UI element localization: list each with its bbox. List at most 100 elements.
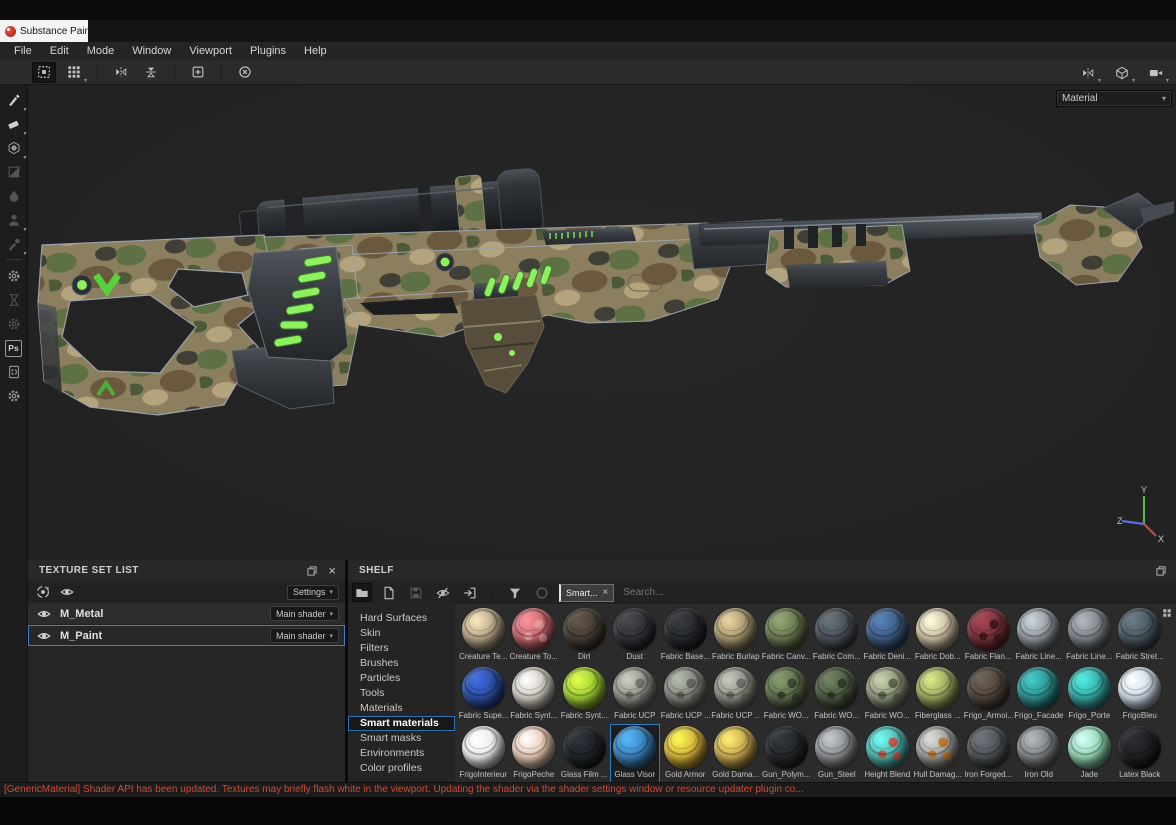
material-thumbnail[interactable]: Fabric Canv... <box>761 606 812 665</box>
substance-small-icon[interactable] <box>2 312 26 336</box>
shelf-category-materials[interactable]: Materials <box>348 701 455 716</box>
settings-dropdown[interactable]: Settings ▾ <box>287 585 339 600</box>
texture-set-row[interactable]: M_MetalMain shader▾ <box>28 603 345 625</box>
material-thumbnail[interactable]: Fabric WO... <box>761 665 812 724</box>
clone-tool-icon[interactable]: ▾ <box>2 208 26 232</box>
smudge-tool-icon[interactable] <box>2 184 26 208</box>
remove-filter-icon[interactable]: × <box>603 586 609 599</box>
material-thumbnail[interactable]: Hull Damag... <box>913 724 964 783</box>
shelf-folder-button[interactable] <box>352 583 372 602</box>
material-thumbnail[interactable]: Frigo_Facade <box>1014 665 1065 724</box>
material-thumbnail[interactable]: FrigoBleu <box>1115 665 1166 724</box>
close-panel-icon[interactable]: × <box>328 564 336 577</box>
material-thumbnail[interactable]: Frigo_Porte <box>1064 665 1115 724</box>
photoshop-icon[interactable]: Ps <box>2 336 26 360</box>
mirror-horizontal-icon[interactable] <box>109 62 133 83</box>
material-thumbnail[interactable]: Fabric Burlap <box>711 606 762 665</box>
shader-mode-dropdown[interactable]: Material ▾ <box>1056 90 1172 107</box>
viewport-3d[interactable]: Material ▾ Y Z X <box>28 85 1176 560</box>
import-resources-button[interactable] <box>460 583 480 602</box>
visibility-eye-icon[interactable] <box>37 607 51 621</box>
active-filter-tag[interactable]: Smart... × <box>559 584 614 602</box>
material-thumbnail[interactable]: Fabric UCP <box>610 665 661 724</box>
material-thumbnail[interactable]: Creature To... <box>509 606 560 665</box>
shelf-header[interactable]: SHELF <box>348 560 1176 582</box>
material-thumbnail[interactable]: Frigo_Armoi... <box>963 665 1014 724</box>
menu-mode[interactable]: Mode <box>78 42 124 60</box>
material-thumbnail[interactable]: Fabric Synt... <box>559 665 610 724</box>
material-thumbnail[interactable]: Fabric Dob... <box>913 606 964 665</box>
save-resources-button[interactable] <box>406 583 426 602</box>
substance-effect-icon[interactable] <box>2 264 26 288</box>
app-title-tab[interactable]: Substance Painter <box>0 20 88 42</box>
material-thumbnail[interactable]: Fabric WO... <box>812 665 863 724</box>
menu-plugins[interactable]: Plugins <box>241 42 295 60</box>
material-thumbnail[interactable]: Gold Armor <box>660 724 711 783</box>
material-thumbnail[interactable]: Dust <box>610 606 661 665</box>
material-thumbnail[interactable]: Glass Visor <box>610 724 661 783</box>
material-thumbnail[interactable]: Fabric Supe... <box>458 665 509 724</box>
material-thumbnail[interactable]: Fabric Line... <box>1014 606 1065 665</box>
history-hourglass-icon[interactable] <box>2 288 26 312</box>
material-thumbnail[interactable]: Fabric UCP ... <box>711 665 762 724</box>
material-thumbnail[interactable]: Creature Te... <box>458 606 509 665</box>
polygon-fill-tool-icon[interactable] <box>2 160 26 184</box>
pending-filter-button[interactable] <box>532 583 552 602</box>
paint-tool-icon[interactable]: ▾ <box>2 88 26 112</box>
material-thumbnail[interactable]: Latex Black <box>1115 724 1166 783</box>
eraser-tool-icon[interactable]: ▾ <box>2 112 26 136</box>
visibility-eye-icon[interactable] <box>60 585 74 599</box>
material-thumbnail[interactable]: FrigoInterieur <box>458 724 509 783</box>
material-thumbnail[interactable]: Gun_Polym... <box>761 724 812 783</box>
grid-layout-icon[interactable]: ▾ <box>62 62 86 83</box>
menu-file[interactable]: File <box>5 42 41 60</box>
material-thumbnail[interactable]: Fabric Stret... <box>1115 606 1166 665</box>
menu-viewport[interactable]: Viewport <box>180 42 241 60</box>
camera-icon[interactable]: ▾ <box>1144 62 1168 83</box>
menu-window[interactable]: Window <box>123 42 180 60</box>
material-thumbnail[interactable]: Fabric Synt... <box>509 665 560 724</box>
material-thumbnail[interactable]: Fabric Flan... <box>963 606 1014 665</box>
thumbnail-size-icon[interactable] <box>1162 608 1172 618</box>
reset-rotation-icon[interactable] <box>233 62 257 83</box>
search-input[interactable] <box>621 586 755 599</box>
float-panel-icon[interactable] <box>306 565 318 577</box>
material-thumbnail[interactable]: Fabric Deni... <box>862 606 913 665</box>
material-thumbnail[interactable]: Gun_Steel <box>812 724 863 783</box>
titlebar[interactable]: Substance Painter <box>0 20 1176 42</box>
shader-assign-dropdown[interactable]: Main shader▾ <box>270 628 339 643</box>
shelf-category-hard-surfaces[interactable]: Hard Surfaces <box>348 611 455 626</box>
plugin-gear-icon[interactable] <box>2 384 26 408</box>
material-thumbnail[interactable]: Glass Film ... <box>559 724 610 783</box>
texture-set-list-header[interactable]: TEXTURE SET LIST × <box>28 560 345 582</box>
shelf-category-particles[interactable]: Particles <box>348 671 455 686</box>
material-thumbnail[interactable]: Fabric WO... <box>862 665 913 724</box>
menu-edit[interactable]: Edit <box>41 42 78 60</box>
shelf-category-brushes[interactable]: Brushes <box>348 656 455 671</box>
filter-button[interactable] <box>505 583 525 602</box>
shelf-category-filters[interactable]: Filters <box>348 641 455 656</box>
menu-help[interactable]: Help <box>295 42 336 60</box>
material-thumbnail[interactable]: Gold Dama... <box>711 724 762 783</box>
texture-set-row[interactable]: M_PaintMain shader▾ <box>28 625 345 647</box>
shelf-category-skin[interactable]: Skin <box>348 626 455 641</box>
shelf-category-smart-materials[interactable]: Smart materials <box>348 716 455 731</box>
hide-resources-button[interactable] <box>433 583 453 602</box>
add-frame-icon[interactable] <box>186 62 210 83</box>
shelf-category-smart-masks[interactable]: Smart masks <box>348 731 455 746</box>
material-thumbnail[interactable]: Height Blend <box>862 724 913 783</box>
shelf-category-tools[interactable]: Tools <box>348 686 455 701</box>
mirror-vertical-icon[interactable] <box>139 62 163 83</box>
shelf-category-color-profiles[interactable]: Color profiles <box>348 761 455 776</box>
material-thumbnail[interactable]: Fabric Base... <box>660 606 711 665</box>
material-thumbnail[interactable]: Jade <box>1064 724 1115 783</box>
material-thumbnail[interactable]: FrigoPeche <box>509 724 560 783</box>
shader-assign-dropdown[interactable]: Main shader▾ <box>270 606 339 621</box>
shelf-category-environments[interactable]: Environments <box>348 746 455 761</box>
perspective-cube-icon[interactable]: ▾ <box>1110 62 1134 83</box>
symmetry-icon[interactable]: ▾ <box>1076 62 1100 83</box>
material-thumbnail[interactable]: Fabric UCP ... <box>660 665 711 724</box>
axis-gizmo[interactable]: Y Z X <box>1114 484 1170 544</box>
float-panel-icon[interactable] <box>1155 565 1167 577</box>
material-thumbnail[interactable]: Iron Old <box>1014 724 1065 783</box>
